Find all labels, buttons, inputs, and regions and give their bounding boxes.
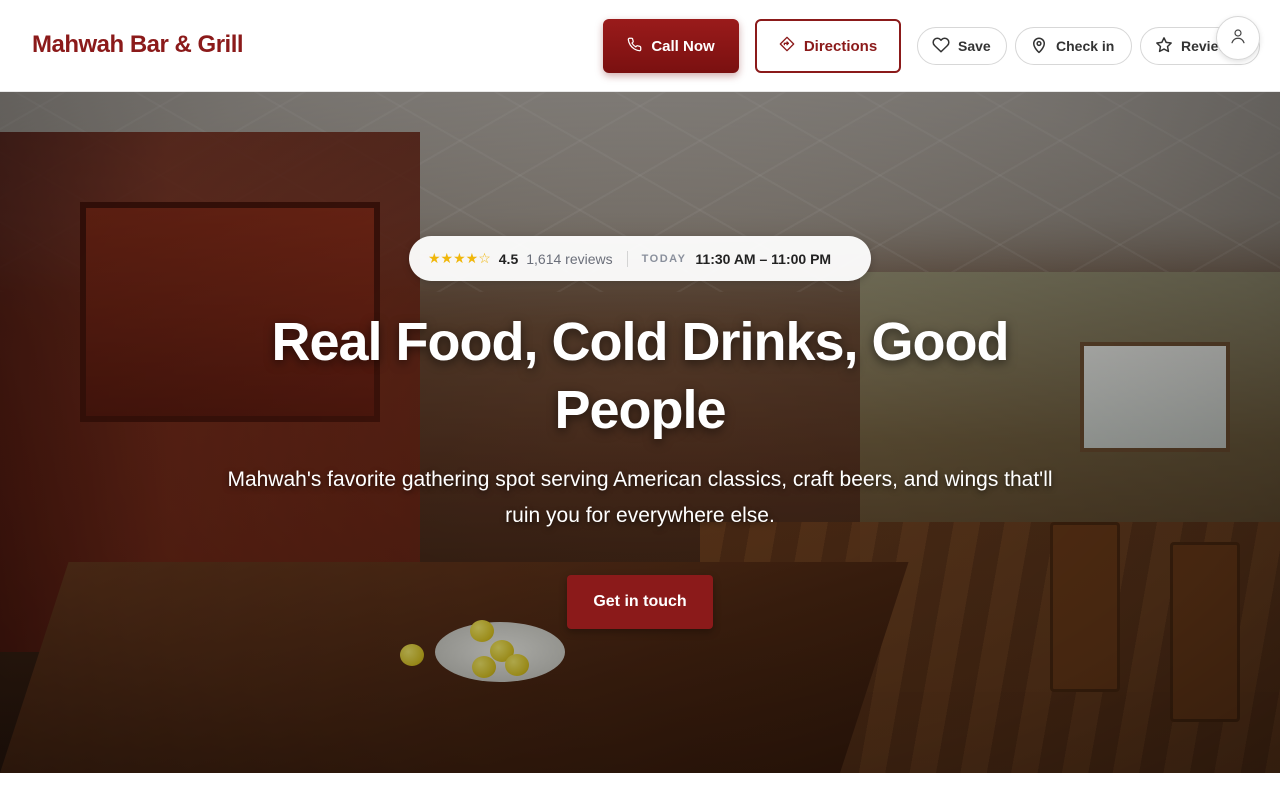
map-pin-icon xyxy=(1030,36,1048,57)
heart-icon xyxy=(932,36,950,57)
check-in-label: Check in xyxy=(1056,38,1115,54)
rating-value: 4.5 xyxy=(498,250,519,267)
site-header: Mahwah Bar & Grill Call Now Directions S… xyxy=(0,0,1280,92)
directions-label: Directions xyxy=(803,37,878,55)
directions-button[interactable]: Directions xyxy=(755,19,901,73)
hero-section: ★★★★☆ 4.5 1,614 reviews TODAY 11:30 AM –… xyxy=(0,92,1280,773)
badge-divider xyxy=(626,250,628,267)
reviews-count-link[interactable]: 1,614 reviews xyxy=(526,251,612,267)
get-in-touch-button[interactable]: Get in touch xyxy=(567,575,713,629)
star-icon xyxy=(1155,36,1173,57)
rating-stars-icon: ★★★★☆ xyxy=(428,250,491,266)
user-icon xyxy=(1229,27,1247,50)
call-now-label: Call Now xyxy=(651,37,715,55)
check-in-button[interactable]: Check in xyxy=(1015,27,1132,65)
opening-hours: 11:30 AM – 11:00 PM xyxy=(695,250,832,267)
directions-icon xyxy=(779,36,795,56)
phone-icon xyxy=(627,37,642,56)
brand-name[interactable]: Mahwah Bar & Grill xyxy=(32,31,244,59)
hero-subheadline: Mahwah's favorite gathering spot serving… xyxy=(227,468,1053,527)
today-label: TODAY xyxy=(641,252,687,265)
call-now-button[interactable]: Call Now xyxy=(603,19,739,73)
save-label: Save xyxy=(958,38,991,54)
account-avatar-button[interactable] xyxy=(1216,16,1260,60)
rating-hours-badge: ★★★★☆ 4.5 1,614 reviews TODAY 11:30 AM –… xyxy=(409,236,871,281)
save-button[interactable]: Save xyxy=(917,27,1007,65)
hero-headline: Real Food, Cold Drinks, Good People xyxy=(271,312,1009,440)
